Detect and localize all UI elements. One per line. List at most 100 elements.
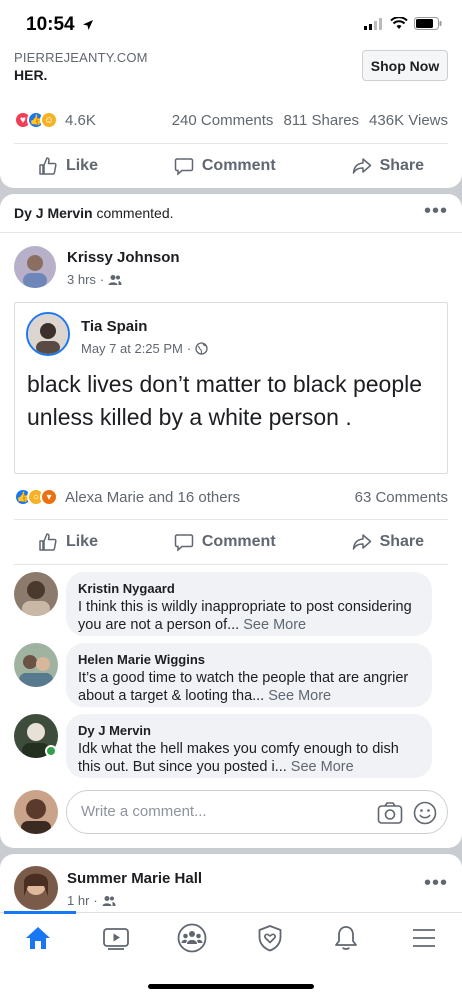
next-post-time[interactable]: 1 hr <box>67 893 89 908</box>
shared-author-name[interactable]: Tia Spain <box>81 318 147 335</box>
post-card: Dy J Mervin commented. ••• Krissy Johnso… <box>0 194 462 848</box>
thumbs-up-icon <box>39 157 57 175</box>
shared-post[interactable]: Tia Spain May 7 at 2:25 PM · black lives… <box>14 302 448 474</box>
share-button[interactable]: Share <box>352 156 424 176</box>
share-label: Share <box>379 533 425 550</box>
shop-now-button[interactable]: Shop Now <box>362 50 448 81</box>
tab-menu[interactable] <box>404 923 444 953</box>
comment-text: Idk what the hell makes you comfy enough… <box>78 740 420 776</box>
haha-reaction-icon: ☺ <box>40 111 58 129</box>
tab-home[interactable] <box>18 923 58 953</box>
angry-reaction-icon: ▾ <box>40 488 58 506</box>
shares-count[interactable]: 811 Shares <box>283 112 359 129</box>
comments-count[interactable]: 240 Comments <box>172 112 274 129</box>
ad-stats-row: ♥ 👍 ☺ 4.6K 240 Comments 811 Shares 436K … <box>14 110 448 130</box>
comment-bubble[interactable]: Dy J Mervin Idk what the hell makes you … <box>66 714 432 778</box>
status-icons <box>364 17 442 30</box>
reaction-count: 4.6K <box>65 111 96 129</box>
shared-time[interactable]: May 7 at 2:25 PM <box>81 341 183 356</box>
friends-audience-icon <box>102 895 116 906</box>
more-options-icon[interactable]: ••• <box>424 201 448 221</box>
see-more-link[interactable]: See More <box>268 688 331 704</box>
tab-shield[interactable] <box>250 923 290 953</box>
bell-icon <box>335 926 357 950</box>
divider <box>14 564 448 565</box>
commenter-avatar[interactable] <box>14 572 58 616</box>
comments-count[interactable]: 63 Comments <box>355 489 448 506</box>
current-user-avatar[interactable] <box>14 790 58 834</box>
comment-bubble[interactable]: Kristin Nygaard I think this is wildly i… <box>66 572 432 636</box>
shared-post-text: black lives don’t matter to black people… <box>27 371 423 430</box>
comment-bubble[interactable]: Helen Marie Wiggins It’s a good time to … <box>66 643 432 707</box>
emoji-icon[interactable] <box>413 801 437 825</box>
share-button[interactable]: Share <box>352 532 424 552</box>
divider <box>14 519 448 520</box>
views-count: 436K Views <box>369 111 448 129</box>
camera-icon[interactable] <box>377 801 403 825</box>
status-time: 10:54 <box>26 14 94 36</box>
like-button[interactable]: Like <box>38 156 98 176</box>
avatar-photo <box>14 643 58 687</box>
context-user-name[interactable]: Dy J Mervin <box>14 205 93 221</box>
comment-button[interactable]: Comment <box>174 532 276 552</box>
reactions-text[interactable]: Alexa Marie and 16 others <box>65 489 240 506</box>
watch-icon <box>103 928 129 950</box>
like-button[interactable]: Like <box>38 532 98 552</box>
see-more-link[interactable]: See More <box>243 617 306 633</box>
comment-text: It’s a good time to watch the people tha… <box>78 669 420 705</box>
meta-dot: · <box>186 341 192 356</box>
next-author-avatar[interactable] <box>14 866 58 910</box>
post-time[interactable]: 3 hrs <box>67 272 96 287</box>
online-status-dot <box>45 745 57 757</box>
comment-label: Comment <box>201 157 276 174</box>
avatar-photo <box>14 246 56 288</box>
comment-label: Comment <box>201 533 276 550</box>
write-comment-row: Write a comment... <box>14 788 448 836</box>
home-indicator <box>148 984 314 989</box>
post-action-row: Like Comment Share <box>0 527 462 557</box>
context-verb: commented. <box>96 205 174 221</box>
groups-icon <box>177 923 207 953</box>
tab-watch[interactable] <box>96 923 136 953</box>
avatar-photo <box>28 314 68 354</box>
active-tab-indicator <box>4 911 76 914</box>
commenter-name[interactable]: Kristin Nygaard <box>78 581 420 596</box>
home-icon <box>26 927 50 949</box>
comment-text: I think this is wildly inappropriate to … <box>78 598 420 634</box>
shared-meta: May 7 at 2:25 PM · <box>81 341 208 356</box>
next-post-meta: 1 hr · <box>67 893 116 908</box>
thumbs-up-icon <box>39 533 57 551</box>
comment-input[interactable]: Write a comment... <box>66 790 448 834</box>
comment-button[interactable]: Comment <box>174 156 276 176</box>
share-label: Share <box>379 157 425 174</box>
activity-context: Dy J Mervin commented. <box>14 205 174 221</box>
reactions-summary[interactable]: ♥ 👍 ☺ <box>14 111 58 129</box>
reactions-summary[interactable]: 👍 ○ ▾ <box>14 488 58 506</box>
see-more-link[interactable]: See More <box>291 759 354 775</box>
avatar-photo <box>14 866 58 910</box>
comment-item: Dy J Mervin Idk what the hell makes you … <box>14 714 432 780</box>
next-author-name[interactable]: Summer Marie Hall <box>67 870 202 887</box>
shared-author-avatar[interactable] <box>26 312 70 356</box>
signal-icon <box>364 17 382 30</box>
commenter-name[interactable]: Helen Marie Wiggins <box>78 652 420 667</box>
public-globe-icon <box>195 342 208 355</box>
ad-action-row: Like Comment Share <box>0 151 462 181</box>
friends-audience-icon <box>108 274 122 285</box>
ad-domain: PIERREJEANTY.COM <box>14 50 148 65</box>
tab-notifications[interactable] <box>326 923 366 953</box>
post-meta: 3 hrs · <box>67 272 122 287</box>
meta-dot: · <box>93 893 98 908</box>
status-bar: 10:54 <box>0 0 462 48</box>
post-stats-row: 👍 ○ ▾ Alexa Marie and 16 others 63 Comme… <box>14 487 448 507</box>
commenter-name[interactable]: Dy J Mervin <box>78 723 420 738</box>
commenter-avatar[interactable] <box>14 643 58 687</box>
location-arrow-icon <box>82 19 93 30</box>
tab-groups[interactable] <box>172 923 212 953</box>
author-name[interactable]: Krissy Johnson <box>67 249 180 266</box>
author-avatar[interactable] <box>14 246 56 288</box>
divider <box>0 232 462 233</box>
like-label: Like <box>65 533 98 550</box>
more-options-icon[interactable]: ••• <box>424 873 448 893</box>
comment-item: Kristin Nygaard I think this is wildly i… <box>14 572 432 638</box>
